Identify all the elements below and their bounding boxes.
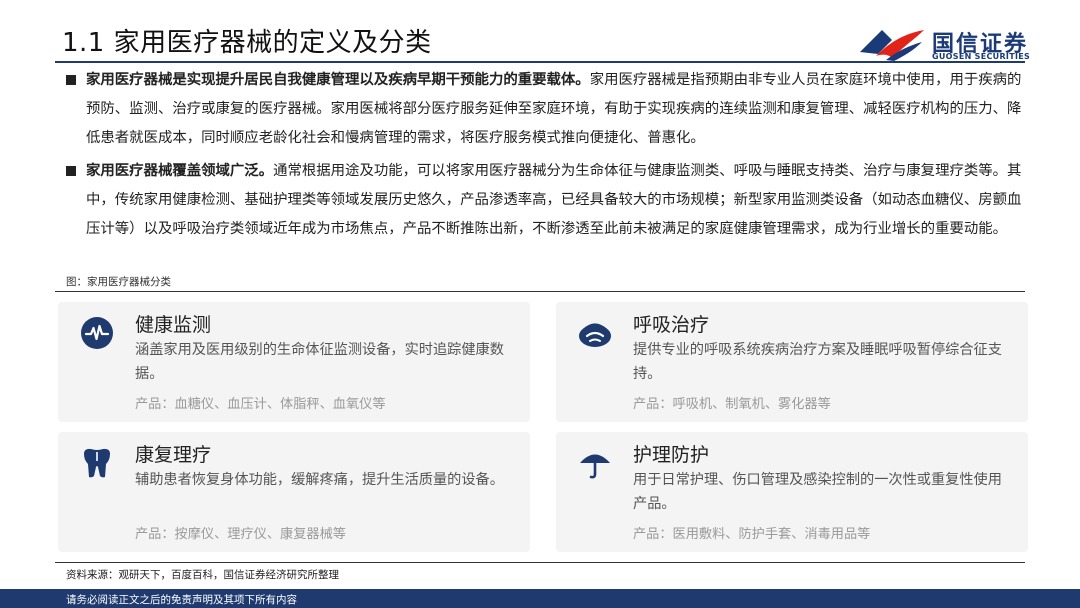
source-note: 资料来源：观研天下，百度百科，国信证券经济研究所整理 [66,569,339,581]
footer-bar: 请务必阅读正文之后的免责声明及其项下所有内容 [0,589,1080,608]
category-description: 辅助患者恢复身体功能，缓解疼痛，提升生活质量的设备。 [135,472,504,488]
lungs-icon [579,323,611,347]
category-products: 产品：医用敷料、防护手套、消毒用品等 [633,527,871,542]
brand-logo: 国信证券 GUOSEN SECURITIES [858,24,1038,62]
figure-label: 图：家用医疗器械分类 [66,276,171,288]
title-divider [55,61,1025,63]
category-description: 提供专业的呼吸系统疾病治疗方案及睡眠呼吸暂停综合征支持。 [633,342,1002,382]
paragraph-lead: 家用医疗器械是实现提升居民自我健康管理以及疾病早期干预能力的重要载体。 [86,72,590,88]
category-description: 用于日常护理、伤口管理及感染控制的一次性或重复性使用产品。 [633,472,1002,512]
category-title: 呼吸治疗 [633,314,710,336]
category-card-rehabilitation: 康复理疗 辅助患者恢复身体功能，缓解疼痛，提升生活质量的设备。 产品：按摩仪、理… [58,432,530,552]
category-title: 康复理疗 [135,444,212,466]
square-bullet-icon [66,166,76,176]
page-title: 1.1 家用医疗器械的定义及分类 [62,28,432,58]
category-products: 产品：呼吸机、制氧机、雾化器等 [633,397,831,412]
paragraph-definition: 家用医疗器械是实现提升居民自我健康管理以及疾病早期干预能力的重要载体。家用医疗器… [66,66,1026,153]
category-card-care-protection: 护理防护 用于日常护理、伤口管理及感染控制的一次性或重复性使用产品。 产品：医用… [556,432,1028,552]
category-card-health-monitoring: 健康监测 涵盖家用及医用级别的生命体征监测设备，实时追踪健康数据。 产品：血糖仪… [58,302,530,422]
category-title: 健康监测 [135,314,212,336]
square-bullet-icon [66,75,76,85]
category-card-respiratory-therapy: 呼吸治疗 提供专业的呼吸系统疾病治疗方案及睡眠呼吸暂停综合征支持。 产品：呼吸机… [556,302,1028,422]
category-title: 护理防护 [633,444,710,466]
disclaimer-text: 请务必阅读正文之后的免责声明及其项下所有内容 [66,594,297,606]
category-products: 产品：血糖仪、血压计、体脂秤、血氧仪等 [135,397,386,412]
logo-text-en: GUOSEN SECURITIES [932,52,1031,61]
heartbeat-icon [81,317,113,349]
paragraph-lead: 家用医疗器械覆盖领域广泛。 [86,163,274,179]
category-description: 涵盖家用及医用级别的生命体征监测设备，实时追踪健康数据。 [135,342,504,382]
guosen-logo-mark-icon [860,30,924,61]
paragraph-coverage: 家用医疗器械覆盖领域广泛。通常根据用途及功能，可以将家用医疗器械分为生命体征与健… [66,157,1026,244]
umbrella-icon [580,454,610,479]
source-divider [55,562,1025,563]
figure-divider [55,291,1025,292]
tooth-icon [84,448,110,478]
category-products: 产品：按摩仪、理疗仪、康复器械等 [135,527,346,542]
